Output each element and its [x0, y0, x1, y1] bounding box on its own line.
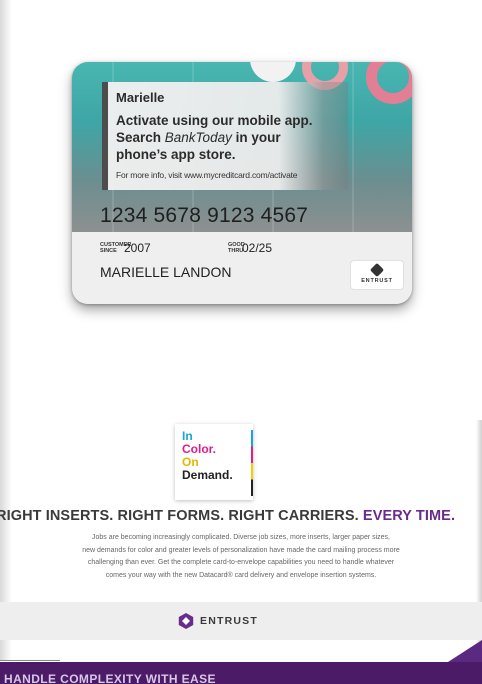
overlay-info-url: For more info, visit www.mycreditcard.co…: [116, 170, 298, 180]
headline-main: RIGHT INSERTS. RIGHT FORMS. RIGHT CARRIE…: [0, 508, 359, 524]
body-paragraph: Jobs are becoming increasingly complicat…: [28, 532, 454, 582]
credit-card-image: Marielle Activate using our mobile app. …: [72, 62, 412, 304]
overlay-line-3: phone’s app store.: [116, 147, 236, 162]
body-line: Jobs are becoming increasingly complicat…: [91, 534, 391, 541]
overlay-line-2-suffix: in your: [231, 130, 281, 145]
badge-line-4: Demand.: [182, 468, 233, 482]
body-line: comes your way with the new Datacard® ca…: [105, 571, 377, 579]
overlay-line-1: Activate using our mobile app.: [116, 113, 313, 128]
pool-float-ring: [366, 62, 412, 104]
customer-since-value: 2007: [124, 241, 151, 255]
overlay-line-2-prefix: Search: [116, 130, 165, 145]
footer-banner: HANDLE COMPLEXITY WITH EASE: [0, 662, 482, 684]
overlay-name: Marielle: [116, 90, 165, 105]
good-thru-value: 02/25: [242, 241, 273, 255]
overlay-headline: Activate using our mobile app. Search Ba…: [116, 112, 356, 163]
page-headline: RIGHT INSERTS. RIGHT FORMS. RIGHT CARRIE…: [0, 508, 482, 524]
in-color-on-demand-badge: In Color. On Demand.: [175, 424, 253, 500]
page-left-shadow: [0, 0, 12, 660]
headline-accent: EVERY TIME.: [362, 508, 456, 524]
entrust-logo: ENTRUST: [178, 612, 258, 630]
footer-divider: [0, 660, 60, 661]
brand-name: ENTRUST: [200, 615, 258, 627]
entrust-diamond-icon: [369, 262, 385, 278]
body-line: challenging than ever. Get the complete …: [87, 559, 395, 566]
card-number: 1234 5678 9123 4567: [100, 204, 309, 227]
entrust-hexagon-icon: [178, 613, 194, 629]
body-line: new demands for color and greater levels…: [82, 546, 400, 554]
overlay-line-2: Search BankToday in your: [116, 129, 356, 146]
overlay-app-name: BankToday: [164, 130, 232, 145]
overlay-accent-bar: [102, 82, 108, 190]
footer-text: HANDLE COMPLEXITY WITH EASE: [4, 672, 216, 684]
card-logo-text: ENTRUST: [361, 278, 393, 284]
card-entrust-logo: ENTRUST: [350, 260, 404, 290]
cardholder-name: MARIELLE LANDON: [100, 264, 232, 280]
sun-hat-shape: [250, 62, 296, 82]
cmyk-stripes: [251, 430, 253, 496]
activation-overlay: Marielle Activate using our mobile app. …: [102, 82, 348, 190]
